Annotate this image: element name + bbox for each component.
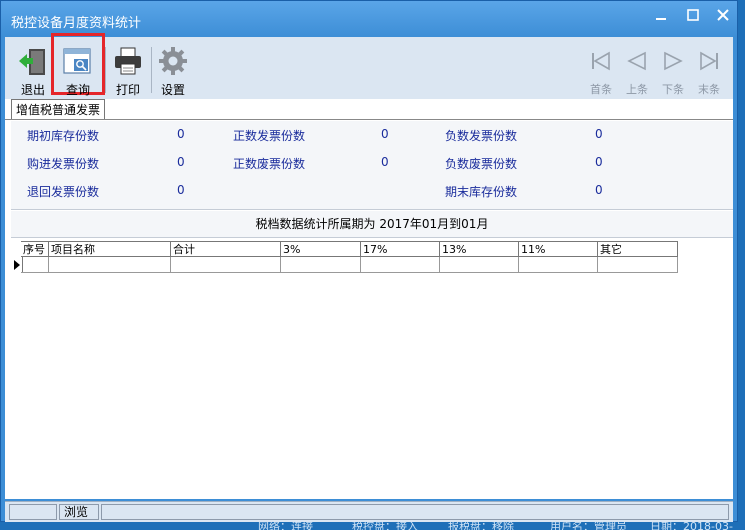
toolbar: 退出 查询 打印 设置 首条 上条 下条 末条	[5, 33, 733, 100]
tab-vat-general-invoice[interactable]: 增值税普通发票	[11, 99, 106, 120]
skip-first-icon	[585, 45, 617, 77]
stat-label: 正数废票份数	[233, 157, 306, 171]
table-cell[interactable]	[281, 257, 361, 273]
period-label: 税档数据统计所属期为 2017年01月到01月	[11, 211, 733, 238]
user-status: 用户名：管理员	[550, 522, 627, 530]
stat-value: 0	[595, 183, 603, 197]
previous-record-button[interactable]: 上条	[617, 45, 657, 97]
stats-panel: 期初库存份数 0 正数发票份数 0 负数发票份数 0 购进发票份数 0 正数废票…	[11, 121, 733, 210]
table-cell[interactable]	[171, 257, 281, 273]
stat-label: 负数发票份数	[445, 129, 518, 143]
exit-button[interactable]: 退出	[13, 45, 53, 97]
column-header[interactable]: 序号	[21, 241, 49, 257]
status-bar: 浏览	[5, 501, 733, 522]
report-disk-status: 报税盘：移除	[448, 522, 514, 530]
stat-value: 0	[177, 127, 185, 141]
printer-icon	[112, 45, 144, 77]
toolbar-separator	[105, 47, 106, 93]
next-record-button[interactable]: 下条	[653, 45, 693, 97]
exit-label: 退出	[20, 83, 45, 97]
settings-button[interactable]: 设置	[153, 45, 193, 97]
stat-label: 负数废票份数	[445, 157, 518, 171]
exit-icon	[17, 45, 49, 77]
stat-label: 退回发票份数	[27, 185, 100, 199]
date-status: 日期：2018-03-	[650, 522, 733, 530]
first-record-label: 首条	[590, 83, 612, 96]
stat-value: 0	[595, 127, 603, 141]
column-header[interactable]: 项目名称	[49, 241, 171, 257]
table-cell[interactable]	[440, 257, 519, 273]
print-label: 打印	[115, 83, 140, 97]
minimize-icon	[656, 18, 666, 20]
stat-label: 购进发票份数	[27, 157, 100, 171]
tax-disk-status: 税控盘：接入	[352, 522, 418, 530]
main-window: 税控设备月度资料统计 退出 查询 打印 设置 首条 上条 下条 末条 增值税普通…	[0, 0, 738, 522]
query-button[interactable]: 查询	[58, 45, 98, 97]
stat-value: 0	[381, 155, 389, 169]
tab-divider	[5, 119, 733, 120]
browse-status: 浏览	[59, 504, 99, 520]
title-bar: 税控设备月度资料统计	[1, 1, 737, 37]
stat-label: 正数发票份数	[233, 129, 306, 143]
network-status: 网络：连接	[258, 522, 313, 530]
column-header[interactable]: 3%	[281, 241, 361, 257]
status-cell	[9, 504, 57, 520]
table-cell[interactable]	[519, 257, 598, 273]
stat-value: 0	[177, 155, 185, 169]
previous-record-label: 上条	[626, 83, 648, 96]
maximize-button[interactable]	[679, 7, 707, 29]
toolbar-separator	[151, 47, 152, 93]
column-header[interactable]: 13%	[440, 241, 519, 257]
stat-value: 0	[595, 155, 603, 169]
stat-value: 0	[177, 183, 185, 197]
column-header[interactable]: 11%	[519, 241, 598, 257]
status-cell	[101, 504, 729, 520]
stat-label: 期末库存份数	[445, 185, 518, 199]
table-cell[interactable]	[598, 257, 678, 273]
minimize-button[interactable]	[647, 7, 675, 29]
close-button[interactable]	[709, 7, 737, 29]
print-button[interactable]: 打印	[108, 45, 148, 97]
table-cell[interactable]	[21, 257, 49, 273]
last-record-button[interactable]: 末条	[689, 45, 729, 97]
query-icon	[62, 45, 94, 77]
settings-label: 设置	[160, 83, 185, 97]
column-header[interactable]: 17%	[361, 241, 440, 257]
window-title: 税控设备月度资料统计	[11, 16, 142, 31]
stat-label: 期初库存份数	[27, 129, 100, 143]
stat-value: 0	[381, 127, 389, 141]
skip-last-icon	[693, 45, 725, 77]
gear-icon	[157, 45, 189, 77]
close-icon	[717, 9, 729, 21]
maximize-icon	[687, 9, 699, 21]
table-cell[interactable]	[361, 257, 440, 273]
first-record-button[interactable]: 首条	[581, 45, 621, 97]
next-icon	[657, 45, 689, 77]
column-header[interactable]: 合计	[171, 241, 281, 257]
table-cell[interactable]	[49, 257, 171, 273]
column-header[interactable]: 其它	[598, 241, 678, 257]
system-status-strip: 网络：连接 税控盘：接入 报税盘：移除 用户名：管理员 日期：2018-03-	[0, 522, 745, 530]
next-record-label: 下条	[662, 83, 684, 96]
previous-icon	[621, 45, 653, 77]
last-record-label: 末条	[698, 83, 720, 96]
content-area: 增值税普通发票 期初库存份数 0 正数发票份数 0 负数发票份数 0 购进发票份…	[5, 99, 733, 499]
query-label: 查询	[65, 83, 90, 97]
